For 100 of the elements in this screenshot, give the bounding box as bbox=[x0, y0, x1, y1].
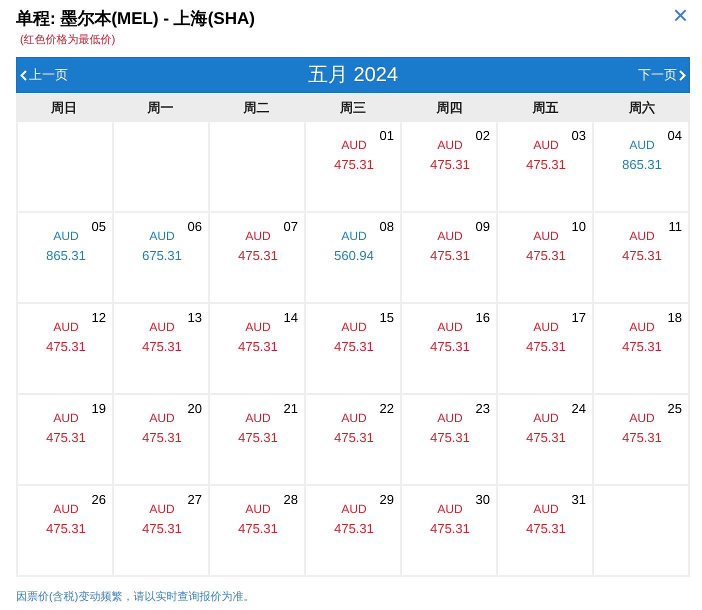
day-cell[interactable]: 01 AUD 475.31 bbox=[306, 122, 400, 211]
currency-label: AUD bbox=[340, 319, 368, 336]
day-number: 08 bbox=[380, 218, 394, 236]
day-cell[interactable]: 28 AUD 475.31 bbox=[210, 486, 304, 575]
currency-label: AUD bbox=[52, 319, 80, 336]
currency-label: AUD bbox=[436, 319, 464, 336]
next-page-button[interactable]: 下一页 bbox=[638, 65, 686, 85]
price-note: (红色价格为最低价) bbox=[19, 33, 116, 48]
currency-label: AUD bbox=[532, 319, 560, 336]
day-cell[interactable]: 30 AUD 475.31 bbox=[402, 486, 496, 575]
day-cell[interactable]: 21 AUD 475.31 bbox=[210, 395, 304, 484]
currency-label: AUD bbox=[244, 410, 272, 427]
price-label: 560.94 bbox=[333, 247, 375, 265]
day-cell[interactable]: 23 AUD 475.31 bbox=[402, 395, 496, 484]
day-number: 11 bbox=[668, 218, 682, 236]
currency-label: AUD bbox=[628, 319, 656, 336]
price-label: 475.31 bbox=[621, 429, 663, 447]
previous-page-button[interactable]: 上一页 bbox=[20, 65, 68, 85]
day-cell[interactable]: 22 AUD 475.31 bbox=[306, 395, 400, 484]
day-cell[interactable]: 08 AUD 560.94 bbox=[306, 213, 400, 302]
day-number: 24 bbox=[572, 400, 586, 418]
day-number: 22 bbox=[380, 400, 394, 418]
day-number: 06 bbox=[188, 218, 202, 236]
price-label: 475.31 bbox=[429, 520, 471, 538]
dialog-title: 单程: 墨尔本(MEL) - 上海(SHA) bbox=[16, 8, 255, 30]
day-cell[interactable]: 03 AUD 475.31 bbox=[498, 122, 592, 211]
day-cell[interactable]: 06 AUD 675.31 bbox=[114, 213, 208, 302]
price-label: 475.31 bbox=[525, 247, 567, 265]
day-cell[interactable]: 15 AUD 475.31 bbox=[306, 304, 400, 393]
day-cell[interactable]: 13 AUD 475.31 bbox=[114, 304, 208, 393]
day-number: 31 bbox=[572, 491, 586, 509]
day-cell[interactable]: 27 AUD 475.31 bbox=[114, 486, 208, 575]
day-number: 30 bbox=[476, 491, 490, 509]
day-cell[interactable]: 05 AUD 865.31 bbox=[18, 213, 112, 302]
footer-note: 因票价(含税)变动频繁，请以实时查询报价为准。 bbox=[16, 590, 256, 605]
day-cell[interactable]: 19 AUD 475.31 bbox=[18, 395, 112, 484]
weekday-label: 周三 bbox=[340, 98, 366, 117]
currency-label: AUD bbox=[148, 410, 176, 427]
day-cell[interactable]: 11 AUD 475.31 bbox=[594, 213, 688, 302]
currency-label: AUD bbox=[436, 137, 464, 154]
currency-label: AUD bbox=[628, 137, 656, 154]
day-cell[interactable]: 29 AUD 475.31 bbox=[306, 486, 400, 575]
day-number: 28 bbox=[284, 491, 298, 509]
day-cell[interactable]: 14 AUD 475.31 bbox=[210, 304, 304, 393]
currency-label: AUD bbox=[436, 228, 464, 245]
month-title: 五月 2024 bbox=[308, 63, 398, 87]
price-label: 475.31 bbox=[525, 520, 567, 538]
day-number: 12 bbox=[92, 309, 106, 327]
day-number: 10 bbox=[572, 218, 586, 236]
currency-label: AUD bbox=[532, 137, 560, 154]
day-number: 27 bbox=[188, 491, 202, 509]
price-label: 475.31 bbox=[141, 520, 183, 538]
price-label: 475.31 bbox=[237, 247, 279, 265]
weekday-label: 周二 bbox=[244, 98, 270, 117]
day-cell[interactable]: 12 AUD 475.31 bbox=[18, 304, 112, 393]
price-label: 475.31 bbox=[333, 338, 375, 356]
day-number: 16 bbox=[476, 309, 490, 327]
day-cell[interactable]: 25 AUD 475.31 bbox=[594, 395, 688, 484]
close-button[interactable]: × bbox=[672, 2, 688, 28]
day-cell[interactable]: 09 AUD 475.31 bbox=[402, 213, 496, 302]
price-label: 475.31 bbox=[333, 520, 375, 538]
weekday-label: 周一 bbox=[147, 98, 174, 117]
day-number: 04 bbox=[668, 127, 682, 145]
currency-label: AUD bbox=[244, 319, 272, 336]
day-number: 03 bbox=[572, 127, 586, 145]
price-label: 475.31 bbox=[45, 429, 87, 447]
day-number: 17 bbox=[572, 309, 586, 327]
day-number: 18 bbox=[668, 309, 682, 327]
day-cell[interactable]: 20 AUD 475.31 bbox=[114, 395, 208, 484]
weekday-label: 周日 bbox=[51, 98, 78, 117]
currency-label: AUD bbox=[532, 501, 560, 518]
currency-label: AUD bbox=[52, 228, 80, 245]
day-number: 15 bbox=[380, 309, 394, 327]
day-cell[interactable]: 31 AUD 475.31 bbox=[498, 486, 592, 575]
day-number: 20 bbox=[188, 400, 202, 418]
currency-label: AUD bbox=[52, 501, 80, 518]
currency-label: AUD bbox=[340, 228, 368, 245]
price-label: 475.31 bbox=[525, 338, 567, 356]
day-number: 13 bbox=[188, 309, 202, 327]
day-number: 09 bbox=[476, 218, 490, 236]
day-cell[interactable]: 26 AUD 475.31 bbox=[18, 486, 112, 575]
weekday-label: 周六 bbox=[628, 98, 655, 117]
currency-label: AUD bbox=[244, 501, 272, 518]
currency-label: AUD bbox=[532, 410, 560, 427]
day-cell[interactable]: 10 AUD 475.31 bbox=[498, 213, 592, 302]
price-label: 475.31 bbox=[621, 247, 663, 265]
currency-label: AUD bbox=[52, 410, 80, 427]
currency-label: AUD bbox=[628, 228, 656, 245]
day-cell[interactable]: 24 AUD 475.31 bbox=[498, 395, 592, 484]
day-cell[interactable]: 17 AUD 475.31 bbox=[498, 304, 592, 393]
day-cell[interactable]: 18 AUD 475.31 bbox=[594, 304, 688, 393]
day-cell[interactable]: 02 AUD 475.31 bbox=[402, 122, 496, 211]
day-number: 19 bbox=[92, 400, 106, 418]
day-cell[interactable]: 16 AUD 475.31 bbox=[402, 304, 496, 393]
day-cell[interactable]: 07 AUD 475.31 bbox=[210, 213, 304, 302]
currency-label: AUD bbox=[436, 410, 464, 427]
day-number: 23 bbox=[476, 400, 490, 418]
day-number: 05 bbox=[92, 218, 106, 236]
day-cell[interactable]: 04 AUD 865.31 bbox=[594, 122, 688, 211]
price-label: 475.31 bbox=[621, 338, 663, 356]
